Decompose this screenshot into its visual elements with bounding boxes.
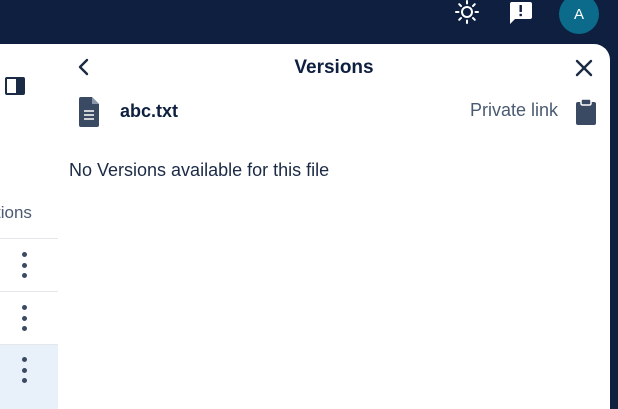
empty-versions-message: No Versions available for this file	[69, 160, 330, 180]
theme-toggle-button[interactable]	[453, 0, 481, 26]
actions-column-header: tions	[0, 203, 32, 222]
row-divider	[0, 291, 58, 292]
row-menu-icon[interactable]	[18, 305, 30, 331]
row-divider	[0, 344, 58, 345]
text-file-icon	[79, 97, 99, 127]
row-menu-icon[interactable]	[18, 357, 30, 383]
private-link-label[interactable]: Private link	[470, 100, 558, 121]
user-avatar[interactable]: A	[559, 0, 599, 34]
row-divider	[0, 238, 58, 239]
sun-icon	[455, 0, 479, 24]
clipboard-icon[interactable]	[574, 98, 598, 126]
row-menu-icon[interactable]	[18, 252, 30, 278]
panel-title: Versions	[294, 57, 374, 78]
top-bar: A	[0, 0, 618, 44]
sidebar-toggle-icon[interactable]	[5, 77, 25, 95]
files-list-pane: tions	[0, 44, 59, 409]
file-name: abc.txt	[120, 101, 179, 121]
feedback-button[interactable]	[506, 0, 534, 26]
close-icon[interactable]	[573, 57, 595, 79]
versions-panel: Versions abc.txt Private link No Version…	[58, 44, 610, 409]
feedback-icon	[510, 2, 532, 24]
